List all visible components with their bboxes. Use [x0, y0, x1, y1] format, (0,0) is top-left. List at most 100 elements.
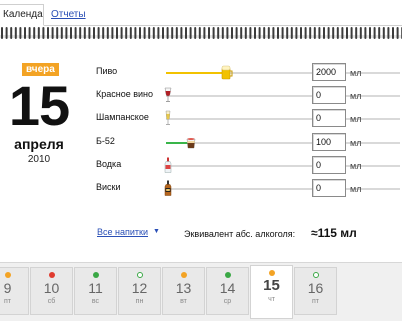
- binder-rings: [0, 26, 402, 42]
- binder-ring: [10, 27, 13, 39]
- drink-label: Водка: [96, 159, 122, 169]
- status-dot-icon: [180, 272, 187, 278]
- red-wine-glass-icon[interactable]: [162, 87, 174, 103]
- status-dot-icon: [48, 272, 55, 278]
- day-cell-weekday: вт: [180, 298, 187, 305]
- drink-slider[interactable]: [166, 142, 400, 144]
- binder-ring: [382, 27, 385, 39]
- binder-ring: [240, 27, 243, 39]
- binder-ring: [143, 27, 146, 39]
- status-dot-icon: [136, 272, 143, 278]
- status-dot-icon: [224, 272, 231, 278]
- binder-ring: [1, 27, 3, 39]
- binder-ring: [47, 27, 49, 39]
- chevron-down-icon[interactable]: ▼: [153, 228, 160, 235]
- binder-ring: [267, 27, 270, 39]
- binder-ring: [33, 27, 36, 39]
- day-cell-selected[interactable]: 15 чт: [250, 265, 293, 319]
- binder-ring: [346, 27, 348, 39]
- binder-ring: [208, 27, 210, 39]
- drink-amount-input[interactable]: [312, 133, 346, 151]
- binder-ring: [152, 27, 155, 39]
- day-cell[interactable]: 16 пт: [294, 267, 337, 315]
- status-dot-icon: [312, 272, 319, 278]
- champagne-glass-icon[interactable]: [162, 110, 174, 126]
- binder-ring: [327, 27, 330, 39]
- day-number: 15: [8, 74, 70, 137]
- day-cell[interactable]: 9 пт: [0, 267, 29, 315]
- binder-ring: [286, 27, 289, 39]
- whisky-bottle-icon[interactable]: [162, 180, 174, 196]
- month-name: апреля: [14, 136, 64, 152]
- drink-slider[interactable]: [166, 188, 400, 190]
- shot-glass-icon[interactable]: [185, 134, 197, 150]
- binder-ring: [51, 27, 54, 39]
- alcohol-equivalent-label: Эквивалент абс. алкоголя:: [184, 229, 296, 239]
- all-drinks-link[interactable]: Все напитки: [97, 227, 148, 237]
- binder-ring: [364, 27, 367, 39]
- unit-label: мл: [350, 114, 362, 124]
- status-dot-icon: [268, 270, 275, 276]
- binder-ring: [309, 27, 312, 39]
- drink-row-beer: Пиво мл: [96, 62, 400, 84]
- binder-ring: [180, 27, 183, 39]
- binder-ring: [185, 27, 187, 39]
- drink-amount-input[interactable]: [312, 156, 346, 174]
- binder-ring: [263, 27, 266, 39]
- binder-ring: [37, 27, 40, 39]
- unit-label: мл: [350, 68, 362, 78]
- day-cell[interactable]: 14 ср: [206, 267, 249, 315]
- day-cell-number: 16: [307, 280, 324, 296]
- binder-ring: [24, 27, 26, 39]
- binder-ring: [42, 27, 45, 39]
- tab-reports[interactable]: Отчеты: [51, 9, 86, 20]
- beer-mug-icon[interactable]: [221, 64, 233, 80]
- binder-ring: [318, 27, 321, 39]
- drink-amount-input[interactable]: [312, 86, 346, 104]
- binder-ring: [332, 27, 335, 39]
- binder-ring: [175, 27, 178, 39]
- unit-label: мл: [350, 161, 362, 171]
- day-cell-number: 13: [175, 280, 192, 296]
- day-cell[interactable]: 10 сб: [30, 267, 73, 315]
- binder-ring: [70, 27, 72, 39]
- drink-amount-input[interactable]: [312, 179, 346, 197]
- drink-label: Пиво: [96, 66, 118, 76]
- drink-slider[interactable]: [166, 165, 400, 167]
- binder-ring: [369, 27, 371, 39]
- day-cell-weekday: вс: [91, 298, 100, 305]
- tab-calendar[interactable]: Календарь: [0, 4, 44, 26]
- status-dot-icon: [92, 272, 99, 278]
- day-cell[interactable]: 13 вт: [162, 267, 205, 315]
- drink-row-vodka: Водка мл: [96, 155, 400, 177]
- binder-ring: [83, 27, 86, 39]
- drink-row-whisky: Виски мл: [96, 178, 400, 200]
- day-cell-weekday: сб: [47, 298, 56, 305]
- binder-ring: [157, 27, 160, 39]
- vodka-bottle-icon[interactable]: [162, 157, 174, 173]
- binder-ring: [148, 27, 151, 39]
- day-cell-weekday: пт: [312, 298, 319, 305]
- binder-ring: [106, 27, 109, 39]
- binder-ring: [313, 27, 316, 39]
- drink-slider[interactable]: [166, 72, 400, 74]
- binder-ring: [189, 27, 192, 39]
- drink-row-champagne: Шампанское мл: [96, 108, 400, 130]
- binder-ring: [378, 27, 381, 39]
- drink-slider[interactable]: [166, 95, 400, 97]
- binder-ring: [281, 27, 284, 39]
- drink-label: Шампанское: [96, 112, 149, 122]
- binder-ring: [134, 27, 137, 39]
- binder-ring: [60, 27, 63, 39]
- drink-amount-input[interactable]: [312, 109, 346, 127]
- day-cell[interactable]: 11 вс: [74, 267, 117, 315]
- binder-ring: [226, 27, 229, 39]
- day-cell-weekday: пн: [135, 298, 144, 305]
- binder-ring: [221, 27, 224, 39]
- drink-slider[interactable]: [166, 118, 400, 120]
- drink-amount-input[interactable]: [312, 63, 346, 81]
- binder-ring: [277, 27, 279, 39]
- day-cell[interactable]: 12 пн: [118, 267, 161, 315]
- day-cell-number: 10: [43, 280, 60, 296]
- binder-ring: [19, 27, 22, 39]
